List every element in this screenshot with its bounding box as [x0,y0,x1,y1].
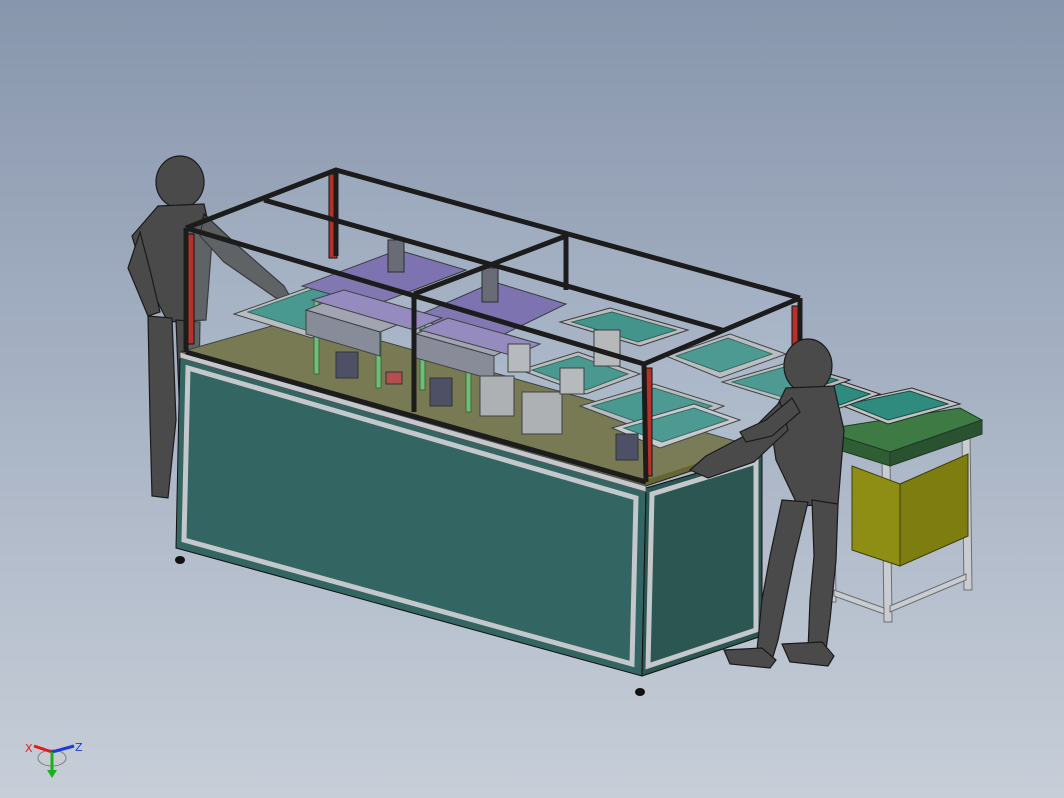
operator-right-head [783,338,833,394]
operator-right-leg [807,499,839,651]
yellow-bin-front [851,465,901,567]
operator-left-head [155,155,205,209]
assembly-model[interactable] [0,0,1064,798]
cabinet-foot [635,688,645,696]
triad-z-axis-icon [51,744,75,754]
cabinet-foot [175,556,185,564]
frame-beam [641,363,649,483]
triad-x-axis-icon [33,744,53,754]
cabinet-side-panel [641,453,763,677]
triad-z-label: Z [75,741,83,754]
triad-y-arrow-icon [47,770,57,778]
operator-right-leg [755,499,809,661]
orientation-triad[interactable]: X Z [22,736,92,786]
operator-left-leg [147,315,177,499]
triad-x-label: X [25,742,33,755]
cad-viewport[interactable]: X Z [0,0,1064,798]
conveyor-crossbar [833,589,885,615]
conveyor-crossbar [889,573,967,613]
yellow-bin-side [899,453,969,567]
